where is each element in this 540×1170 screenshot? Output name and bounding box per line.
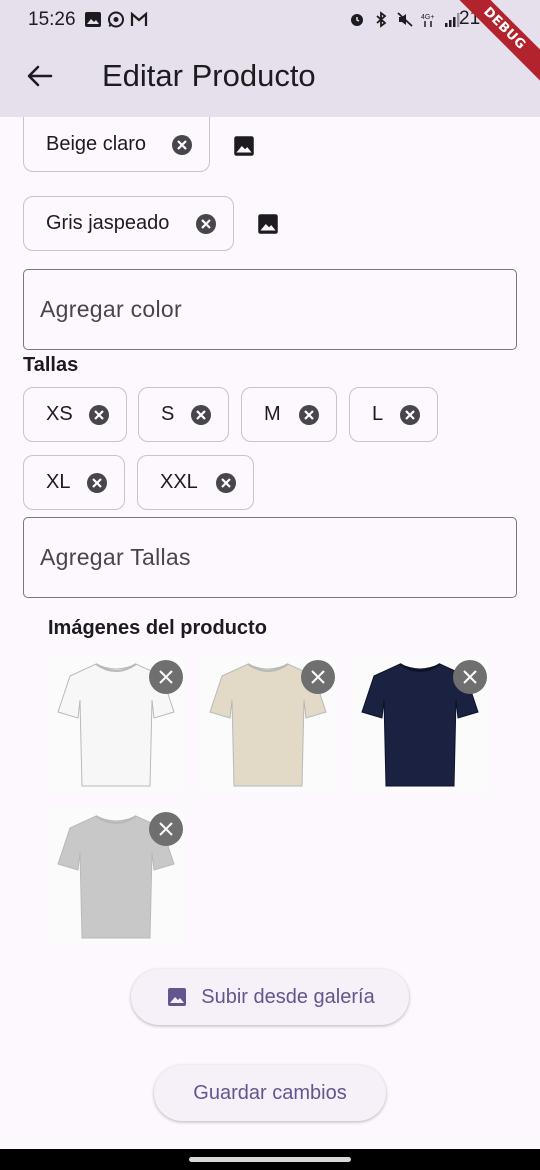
bluetooth-icon [376, 11, 387, 28]
alarm-icon [351, 14, 363, 26]
remove-image-button[interactable] [453, 660, 487, 694]
upload-gallery-label: Subir desde galería [201, 985, 375, 1008]
svg-text:4G+: 4G+ [421, 14, 434, 21]
size-chip-label: L [372, 403, 384, 425]
close-icon [159, 822, 173, 836]
remove-image-button[interactable] [301, 660, 335, 694]
size-chip-label: XXL [160, 471, 198, 493]
color-chip-label: Gris jaspeado [46, 212, 170, 234]
close-icon [463, 670, 477, 684]
remove-size-icon[interactable] [215, 472, 237, 494]
home-handle[interactable] [189, 1157, 351, 1162]
remove-image-button[interactable] [149, 812, 183, 846]
whatsapp-notification-icon [108, 11, 124, 28]
remove-size-icon[interactable] [298, 404, 320, 426]
remove-size-icon[interactable] [88, 404, 110, 426]
gmail-notification-icon [130, 11, 148, 26]
add-color-field[interactable] [23, 269, 517, 350]
gallery-notification-icon [85, 12, 101, 27]
upload-gallery-button[interactable]: Subir desde galería [131, 969, 409, 1025]
save-changes-label: Guardar cambios [193, 1081, 347, 1104]
color-chip-label: Beige claro [46, 133, 147, 155]
size-chip[interactable]: XXL [137, 455, 254, 510]
size-chip[interactable]: S [138, 387, 229, 442]
remove-size-icon[interactable] [190, 404, 212, 426]
color-chip[interactable]: Beige claro [23, 117, 210, 172]
notification-icons [84, 11, 148, 28]
save-changes-button[interactable]: Guardar cambios [154, 1065, 386, 1121]
system-icons: 4G+ [348, 11, 462, 28]
close-icon [311, 670, 325, 684]
page-title: Editar Producto [102, 58, 316, 93]
arrow-back-icon[interactable] [24, 60, 56, 92]
remove-size-icon[interactable] [399, 404, 421, 426]
size-chip-label: S [161, 403, 175, 425]
image-icon[interactable] [231, 133, 257, 159]
remove-size-icon[interactable] [86, 472, 108, 494]
status-bar: 15:26 4G+ 21% [0, 0, 540, 40]
mute-icon [397, 12, 413, 27]
system-nav-bar [0, 1149, 540, 1170]
add-size-field[interactable] [23, 517, 517, 598]
size-chip-label: XS [46, 403, 73, 425]
add-color-input[interactable] [40, 270, 500, 349]
size-chip[interactable]: XS [23, 387, 127, 442]
size-chip[interactable]: M [241, 387, 337, 442]
app-bar: 15:26 4G+ 21% DEBUG Editar Producto [0, 0, 540, 117]
image-icon[interactable] [255, 211, 281, 237]
status-time: 15:26 [28, 9, 76, 30]
remove-color-icon[interactable] [195, 213, 217, 235]
image-icon [168, 988, 187, 1006]
network-4g-icon: 4G+ [421, 14, 434, 27]
add-size-input[interactable] [40, 518, 500, 597]
remove-image-button[interactable] [149, 660, 183, 694]
color-chip[interactable]: Gris jaspeado [23, 196, 234, 251]
size-chip-label: XL [46, 471, 71, 493]
images-label: Imágenes del producto [48, 617, 267, 639]
size-chip[interactable]: L [349, 387, 438, 442]
sizes-label: Tallas [23, 354, 79, 376]
size-chip-label: M [264, 403, 281, 425]
remove-color-icon[interactable] [171, 134, 193, 156]
size-chip[interactable]: XL [23, 455, 125, 510]
close-icon [159, 670, 173, 684]
